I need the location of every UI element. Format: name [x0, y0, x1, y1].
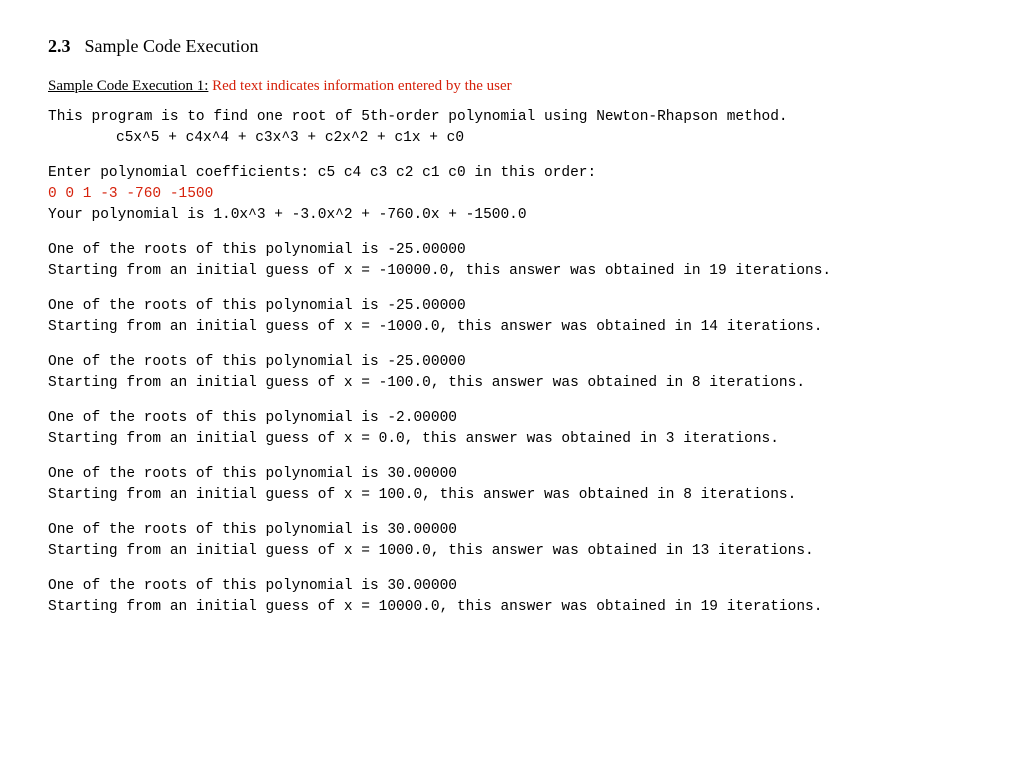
section-title: Sample Code Execution [85, 36, 259, 56]
polynomial-template: c5x^5 + c4x^4 + c3x^3 + c2x^2 + c1x + c0 [116, 128, 976, 149]
result-block: One of the roots of this polynomial is 3… [48, 464, 976, 506]
iteration-line: Starting from an initial guess of x = 10… [48, 597, 976, 618]
root-line: One of the roots of this polynomial is 3… [48, 576, 976, 597]
polynomial-echo: Your polynomial is 1.0x^3 + -3.0x^2 + -7… [48, 205, 976, 226]
iteration-line: Starting from an initial guess of x = 0.… [48, 429, 976, 450]
execution-label: Sample Code Execution 1: [48, 78, 208, 94]
user-input-note: Red text indicates information entered b… [212, 78, 512, 94]
root-line: One of the roots of this polynomial is -… [48, 352, 976, 373]
root-line: One of the roots of this polynomial is -… [48, 408, 976, 429]
root-line: One of the roots of this polynomial is -… [48, 296, 976, 317]
coefficient-prompt: Enter polynomial coefficients: c5 c4 c3 … [48, 163, 976, 184]
result-block: One of the roots of this polynomial is 3… [48, 520, 976, 562]
root-line: One of the roots of this polynomial is 3… [48, 520, 976, 541]
result-block: One of the roots of this polynomial is -… [48, 408, 976, 450]
section-heading: 2.3 Sample Code Execution [48, 34, 976, 58]
root-line: One of the roots of this polynomial is -… [48, 240, 976, 261]
iteration-line: Starting from an initial guess of x = 10… [48, 485, 976, 506]
iteration-line: Starting from an initial guess of x = -1… [48, 261, 976, 282]
result-block: One of the roots of this polynomial is -… [48, 240, 976, 282]
root-line: One of the roots of this polynomial is 3… [48, 464, 976, 485]
program-intro-line: This program is to find one root of 5th-… [48, 107, 976, 128]
user-entered-coefficients: 0 0 1 -3 -760 -1500 [48, 184, 976, 205]
result-block: One of the roots of this polynomial is 3… [48, 576, 976, 618]
iteration-line: Starting from an initial guess of x = -1… [48, 317, 976, 338]
iteration-line: Starting from an initial guess of x = 10… [48, 541, 976, 562]
result-block: One of the roots of this polynomial is -… [48, 296, 976, 338]
section-number: 2.3 [48, 36, 71, 56]
execution-subheading: Sample Code Execution 1: Red text indica… [48, 76, 976, 96]
iteration-line: Starting from an initial guess of x = -1… [48, 373, 976, 394]
result-block: One of the roots of this polynomial is -… [48, 352, 976, 394]
